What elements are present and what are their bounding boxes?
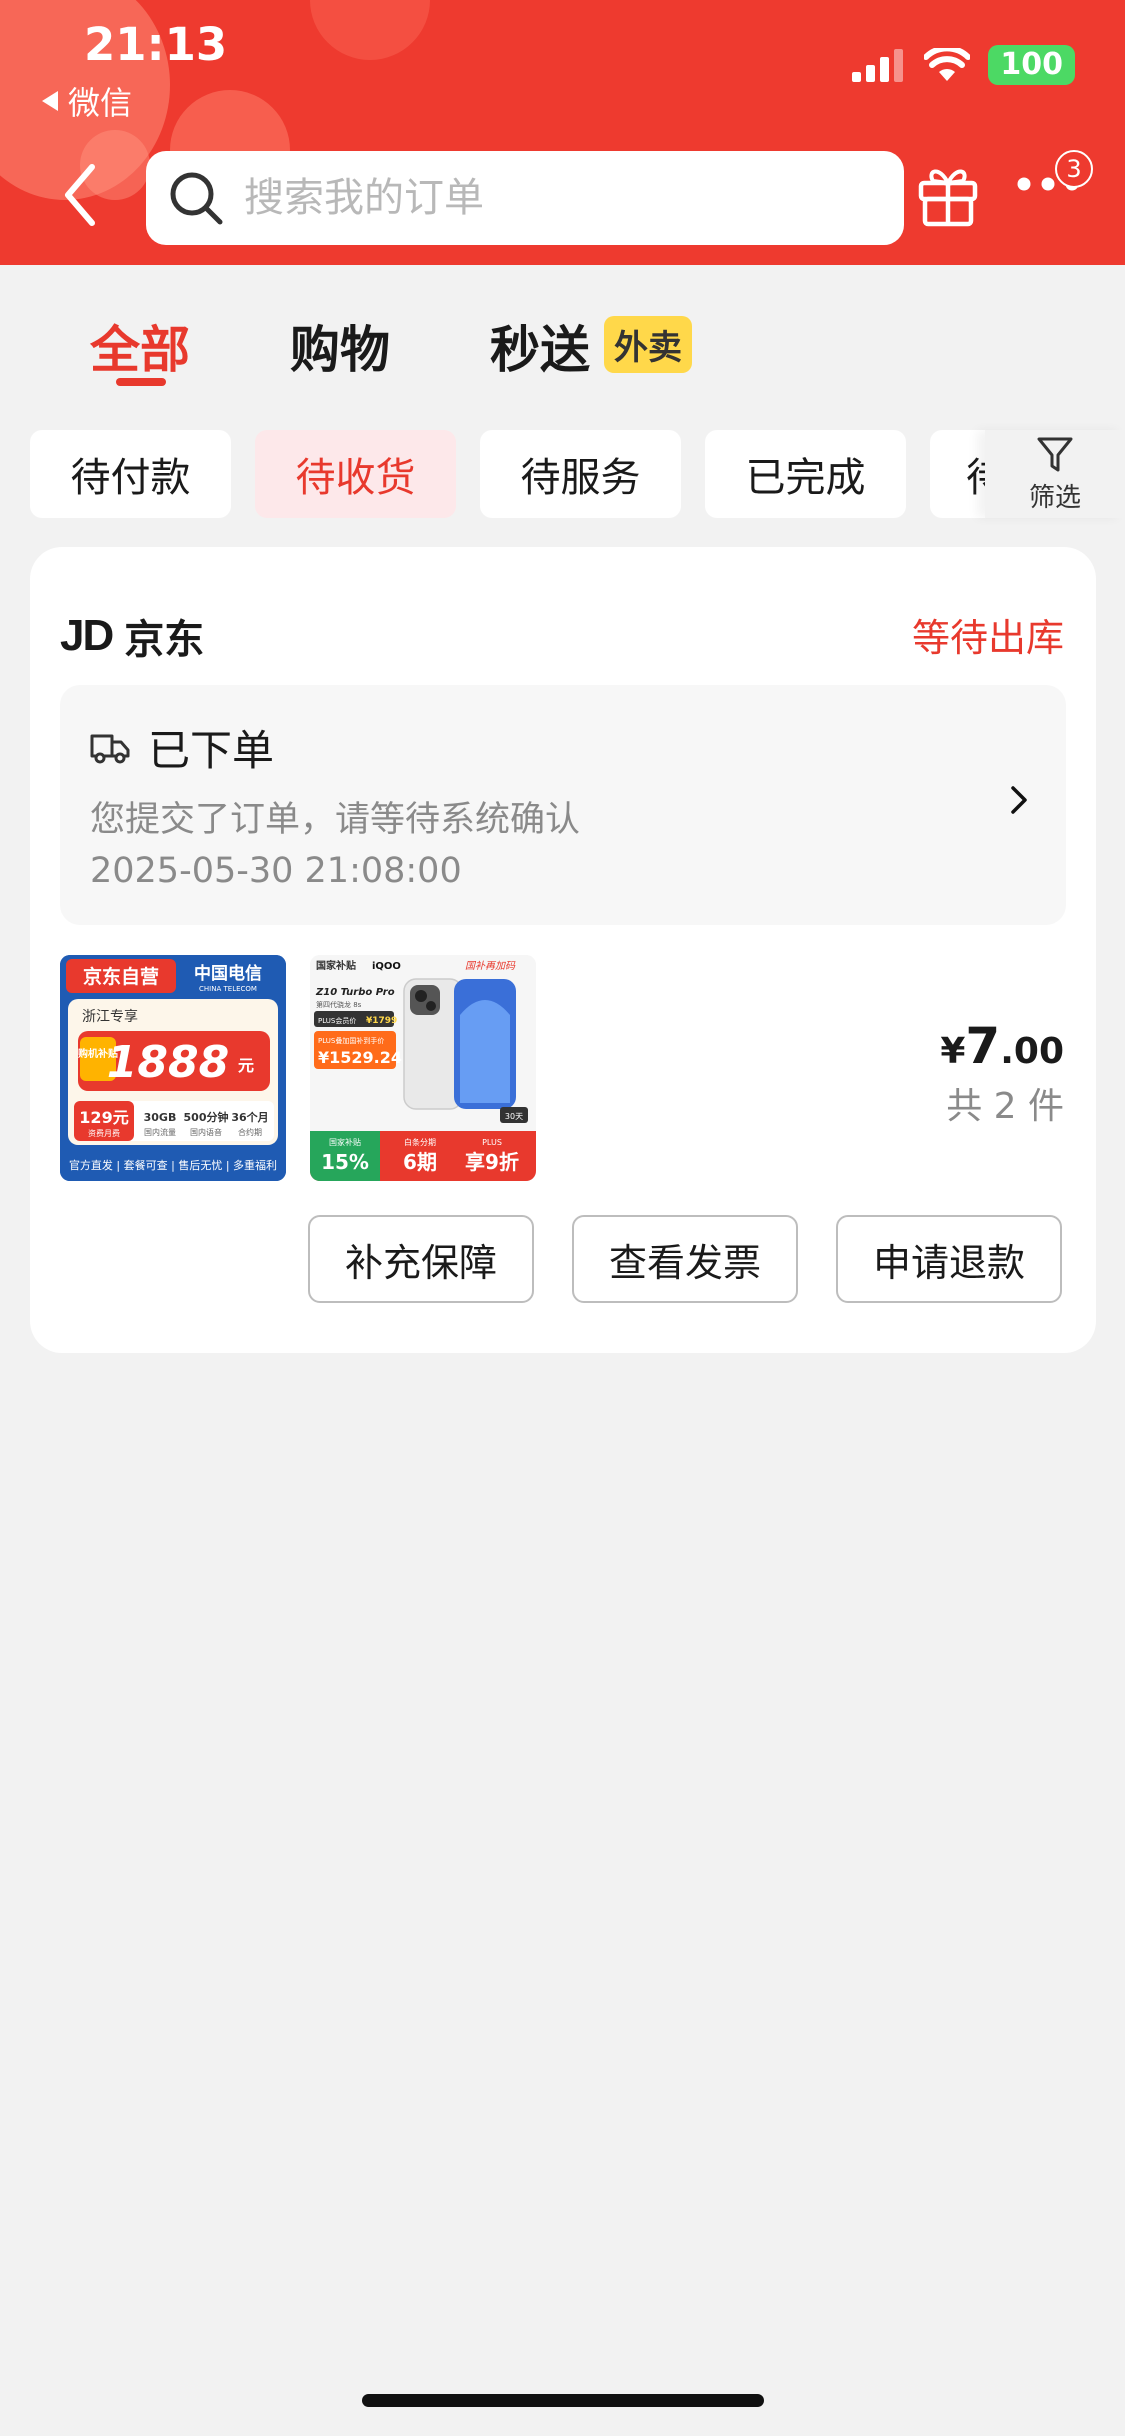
order-card[interactable]: JD 京东 等待出库 已下单 您提交了订单，请等待系统确认 2025-05-30…	[30, 547, 1096, 1353]
tab-shopping[interactable]: 购物	[290, 310, 390, 382]
delivery-truck-icon	[90, 734, 130, 763]
iqoo-sub-label: PLUS叠加国补到手价	[318, 1036, 384, 1045]
more-badge: 3	[1055, 150, 1093, 188]
price-integer: 7	[965, 1017, 1001, 1075]
telecom-footer: 官方直发 | 套餐可查 | 售后无忧 | 多重福利	[69, 1158, 277, 1172]
triangle-left-icon	[42, 91, 58, 111]
order-price: ¥7.00	[940, 1017, 1064, 1075]
tab-all[interactable]: 全部	[90, 310, 190, 382]
view-invoice-button[interactable]: 查看发票	[572, 1215, 798, 1303]
waimai-tag: 外卖	[604, 316, 692, 373]
status-time: 21:13	[84, 18, 228, 71]
iqoo-period: 6期	[403, 1150, 437, 1174]
iqoo-pct-label: 国家补贴	[329, 1137, 361, 1147]
tracking-time: 2025-05-30 21:08:00	[90, 851, 462, 891]
add-protection-button[interactable]: 补充保障	[308, 1215, 534, 1303]
iqoo-plus-price: ¥1799	[366, 1016, 397, 1026]
search-icon	[170, 172, 223, 225]
back-arrow-icon[interactable]	[62, 163, 98, 227]
telecom-fee: 129元	[79, 1108, 128, 1127]
iqoo-pct: 15%	[321, 1150, 369, 1174]
wifi-icon	[924, 48, 971, 81]
telecom-fee-note: 资费月费	[88, 1128, 120, 1138]
filter-label: 筛选	[1028, 482, 1081, 513]
product-image-iqoo[interactable]: 国家补贴 iQOO 国补再加码 Z10 Turbo Pro 第四代骁龙 8s P…	[310, 955, 536, 1181]
order-status: 等待出库	[911, 616, 1064, 660]
iqoo-model: Z10 Turbo Pro	[315, 987, 395, 998]
telecom-spec: 500分钟	[184, 1110, 229, 1124]
iqoo-badge-30: 30天	[505, 1112, 523, 1121]
balloon-decoration	[310, 0, 430, 60]
home-indicator[interactable]	[362, 2394, 764, 2407]
iqoo-period-label: 白条分期	[404, 1137, 436, 1147]
search-bar[interactable]	[146, 151, 904, 245]
iqoo-sub-price: ¥1529.24	[318, 1048, 402, 1067]
product-image-telecom[interactable]: 京东自营 中国电信 CHINA TELECOM 浙江专享 购机补贴 1888 元…	[60, 955, 286, 1181]
iqoo-discount-label: PLUS	[482, 1138, 502, 1147]
tab-instant-delivery[interactable]: 秒送	[490, 310, 590, 382]
signal-icon	[852, 49, 904, 82]
telecom-spec: 30GB	[144, 1111, 177, 1124]
chevron-right-icon	[1011, 786, 1027, 814]
back-to-wechat[interactable]: 微信	[40, 78, 132, 124]
telecom-product-art: 京东自营 中国电信 CHINA TELECOM 浙江专享 购机补贴 1888 元…	[60, 955, 286, 1181]
telecom-brand: 中国电信	[194, 963, 262, 984]
telecom-spec-note: 合约期	[238, 1127, 262, 1137]
tracking-description: 您提交了订单，请等待系统确认	[90, 800, 581, 840]
tracking-title: 已下单	[148, 726, 275, 775]
order-tracking[interactable]: 已下单 您提交了订单，请等待系统确认 2025-05-30 21:08:00	[60, 685, 1066, 925]
chip-pending-service[interactable]: 待服务	[480, 430, 681, 518]
iqoo-slogan: 国补再加码	[465, 960, 516, 972]
search-input[interactable]	[242, 174, 866, 222]
iqoo-discount: 享9折	[465, 1150, 519, 1174]
request-refund-button[interactable]: 申请退款	[836, 1215, 1062, 1303]
item-count: 共 2 件	[946, 1086, 1064, 1127]
header: 21:13 微信 100 搜索我的订单 3	[0, 0, 1125, 265]
iqoo-plus-label: PLUS会员价	[318, 1016, 356, 1025]
status-icons: 100	[852, 45, 1075, 85]
battery-indicator: 100	[988, 45, 1075, 85]
filter-icon	[1037, 437, 1073, 471]
filter-button[interactable]: 筛选	[985, 430, 1125, 518]
gift-icon[interactable]	[917, 161, 979, 227]
telecom-amount: 1888	[107, 1037, 229, 1088]
price-decimal: .00	[1000, 1031, 1064, 1072]
back-app-label: 微信	[68, 84, 133, 122]
shop-name-row[interactable]: JD 京东	[60, 607, 204, 665]
telecom-badge: 京东自营	[83, 965, 159, 988]
telecom-spec-note: 国内流量	[144, 1127, 176, 1137]
iqoo-brand: iQOO	[372, 961, 401, 972]
telecom-region: 浙江专享	[82, 1008, 138, 1025]
chip-completed[interactable]: 已完成	[705, 430, 906, 518]
price-symbol: ¥	[940, 1031, 966, 1072]
telecom-brand-en: CHINA TELECOM	[199, 985, 257, 993]
status-chips: 待付款 待收货 待服务 已完成 待	[0, 430, 1125, 518]
chip-pending-receipt[interactable]: 待收货	[255, 430, 456, 518]
iqoo-product-art: 国家补贴 iQOO 国补再加码 Z10 Turbo Pro 第四代骁龙 8s P…	[310, 955, 536, 1181]
telecom-spec-note: 国内语音	[190, 1127, 222, 1137]
jd-logo: JD	[60, 611, 114, 660]
telecom-spec: 36个月	[231, 1110, 268, 1124]
iqoo-chip: 第四代骁龙 8s	[316, 1000, 362, 1009]
iqoo-top-left: 国家补贴	[316, 959, 356, 972]
order-type-tabs: 全部 购物 秒送 外卖	[0, 300, 1125, 390]
chip-pending-payment[interactable]: 待付款	[30, 430, 231, 518]
tracking-title-row: 已下单	[90, 717, 274, 778]
telecom-unit: 元	[238, 1056, 254, 1075]
tab-active-underline	[116, 378, 166, 386]
shop-name: 京东	[124, 617, 205, 663]
